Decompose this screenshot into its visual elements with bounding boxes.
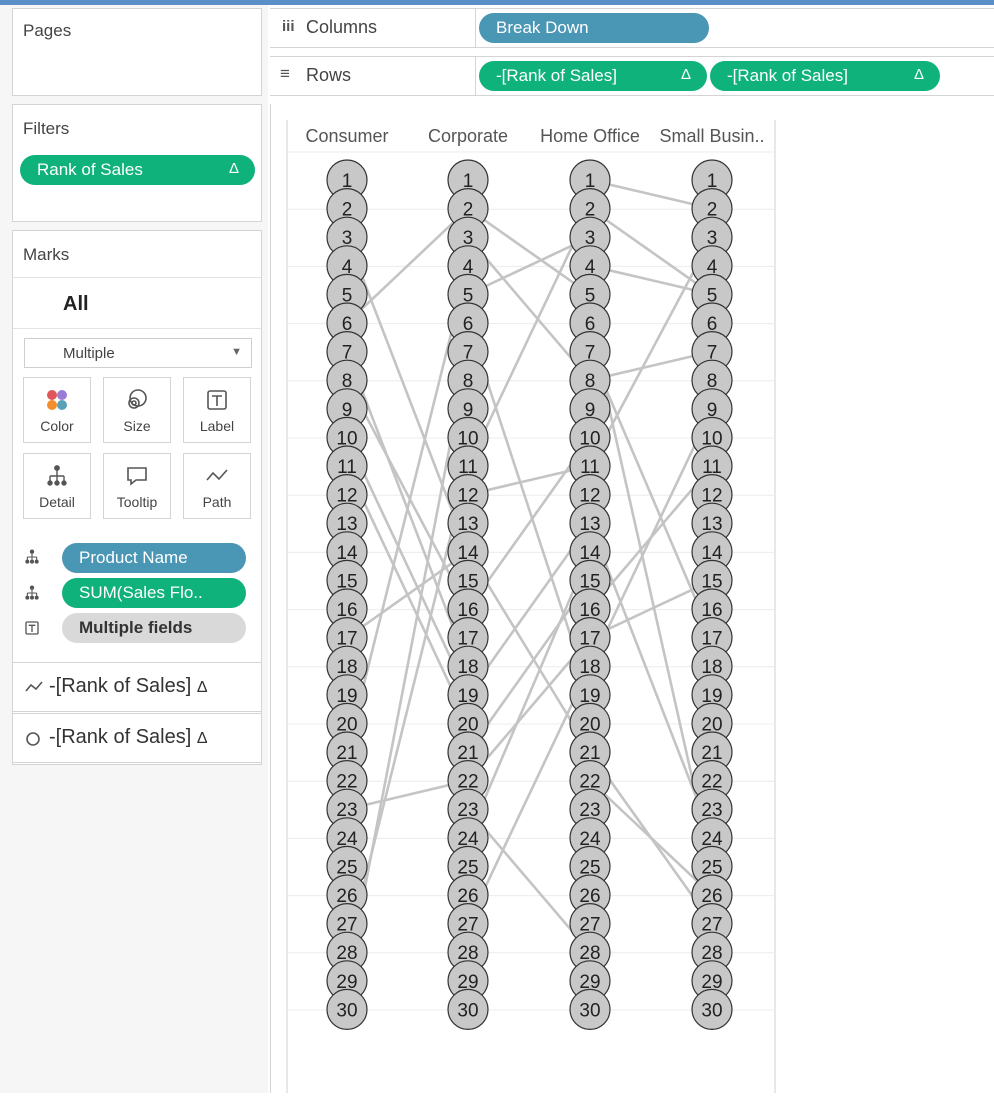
field-pill-label: Multiple fields: [79, 618, 193, 637]
filters-card[interactable]: Filters Rank of Sales Δ: [12, 104, 262, 222]
rank-connection-line: [345, 265, 470, 753]
field-pill-product-name[interactable]: Product Name: [62, 543, 246, 573]
color-button-label: Color: [40, 418, 74, 434]
columns-shelf[interactable]: iii Columns Break Down: [270, 8, 994, 48]
mark-type-value: Multiple: [63, 345, 115, 362]
rank-label: 30: [579, 1000, 600, 1021]
marks-layer-circle-text: -[Rank of Sales] Δ: [49, 726, 208, 749]
bump-chart[interactable]: Consumer Corporate Home Office Small Busin.…: [271, 104, 994, 1093]
rows-pill-rank-of-sales-2[interactable]: -[Rank of Sales] Δ: [710, 61, 940, 91]
viz-area: Consumer Corporate Home Office Small Busin.…: [270, 104, 994, 1093]
tooltip-button[interactable]: Tooltip: [103, 453, 171, 519]
rows-pill-label: -[Rank of Sales]: [496, 66, 617, 85]
marks-title: Marks: [23, 245, 70, 264]
filters-title: Filters: [23, 119, 70, 138]
mark-type-dropdown[interactable]: Multiple ▼: [24, 338, 252, 368]
rank-connection-line: [345, 465, 470, 953]
size-icon: [104, 388, 170, 412]
detail-icon: [24, 585, 40, 606]
size-button-label: Size: [123, 418, 151, 434]
rank-connection-line: [466, 208, 592, 467]
filter-pill-label: Rank of Sales: [37, 160, 143, 179]
columns-pill-break-down[interactable]: Break Down: [479, 13, 709, 43]
label-button-label: Label: [199, 418, 235, 434]
column-header: Consumer: [305, 126, 388, 146]
tooltip-icon: [104, 464, 170, 488]
tooltip-button-label: Tooltip: [116, 494, 158, 510]
detail-icon: [24, 549, 40, 570]
detail-button-label: Detail: [39, 494, 75, 510]
line-mark-icon: [25, 679, 43, 700]
column-header: Home Office: [540, 126, 640, 146]
layer-label: -[Rank of Sales]: [49, 726, 192, 748]
marks-layer-line[interactable]: -[Rank of Sales] Δ: [12, 662, 262, 712]
delta-icon: Δ: [196, 730, 208, 747]
delta-icon: Δ: [196, 679, 208, 696]
rows-label: Rows: [306, 65, 352, 85]
delta-icon: Δ: [913, 66, 924, 83]
size-button[interactable]: Size: [103, 377, 171, 443]
rank-connection-line: [588, 408, 714, 667]
rank-connection-line: [589, 207, 713, 296]
rank-connection-line: [588, 522, 714, 839]
column-header: Small Busin..: [659, 126, 764, 146]
path-button[interactable]: Path: [183, 453, 251, 519]
field-pill-multiple-fields[interactable]: Multiple fields: [62, 613, 246, 643]
label-button[interactable]: Label: [183, 377, 251, 443]
marks-layer-circle[interactable]: -[Rank of Sales] Δ: [12, 713, 262, 763]
delta-icon: Δ: [680, 66, 691, 83]
columns-label: Columns: [306, 17, 378, 37]
column-header: Corporate: [428, 126, 508, 146]
chevron-down-icon: ▼: [231, 346, 242, 358]
pages-title: Pages: [23, 21, 72, 40]
rank-label: 30: [457, 1000, 478, 1021]
pages-card[interactable]: Pages: [12, 8, 262, 96]
marks-layer-line-text: -[Rank of Sales] Δ: [49, 675, 208, 698]
rows-pill-label: -[Rank of Sales]: [727, 66, 848, 85]
rank-label: 30: [701, 1000, 722, 1021]
columns-icon: iii: [282, 18, 295, 35]
circle-mark-icon: [25, 731, 41, 752]
marks-all-tab[interactable]: All: [63, 293, 89, 316]
label-icon: [184, 388, 250, 412]
color-icon: [24, 388, 90, 412]
path-button-label: Path: [202, 494, 232, 510]
detail-button[interactable]: Detail: [23, 453, 91, 519]
filter-pill-rank-of-sales[interactable]: Rank of Sales Δ: [20, 155, 255, 185]
rank-connection-line: [467, 207, 591, 296]
rows-shelf[interactable]: ≡ Rows -[Rank of Sales] Δ -[Rank of Sale…: [270, 56, 994, 96]
path-icon: [184, 464, 250, 488]
columns-pill-label: Break Down: [496, 18, 589, 37]
delta-icon: Δ: [228, 160, 239, 177]
label-icon: [24, 620, 40, 641]
marks-divider: [13, 277, 261, 278]
color-button[interactable]: Color: [23, 377, 91, 443]
field-pill-sum-sales[interactable]: SUM(Sales Flo..: [62, 578, 246, 608]
rows-pill-rank-of-sales[interactable]: -[Rank of Sales] Δ: [479, 61, 707, 91]
detail-icon: [24, 464, 90, 488]
rows-icon: ≡: [280, 64, 290, 83]
layer-label: -[Rank of Sales]: [49, 675, 192, 697]
marks-divider: [13, 328, 261, 329]
rank-label: 30: [336, 1000, 357, 1021]
field-pill-label: SUM(Sales Flo..: [79, 583, 203, 602]
field-pill-label: Product Name: [79, 548, 188, 567]
